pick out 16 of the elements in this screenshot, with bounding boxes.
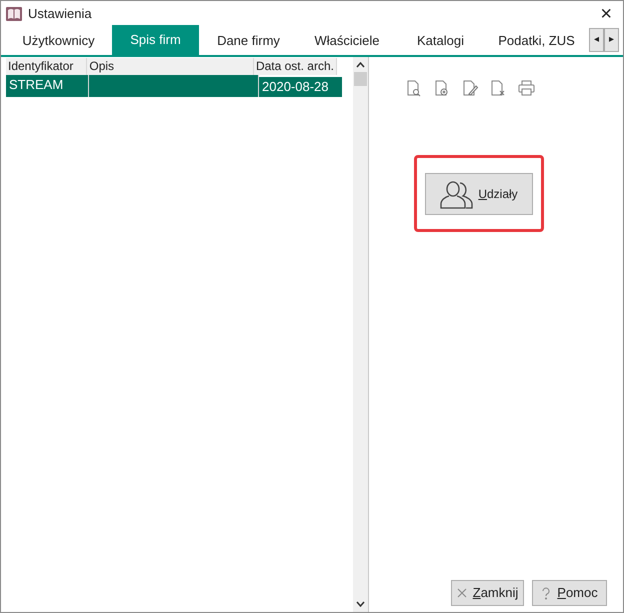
tab[interactable]: Użytkownicy — [5, 27, 112, 55]
close-button[interactable]: Zamknij — [451, 580, 524, 606]
close-button[interactable]: × — [596, 4, 616, 24]
help-button[interactable]: Pomoc — [532, 580, 607, 606]
table-cell: STREAM — [9, 77, 64, 92]
shares-button[interactable]: Udziały — [425, 172, 533, 214]
tab[interactable]: Katalogi — [396, 27, 485, 55]
scroll-left-button[interactable]: ◂ — [589, 28, 604, 52]
tab[interactable]: Podatki, ZUS — [485, 27, 588, 55]
table-cell: 2020-08-28 — [262, 79, 328, 94]
tab[interactable]: Właściciele — [298, 27, 396, 55]
tab[interactable]: Dane firmy — [199, 27, 298, 55]
window-title: Ustawienia — [28, 5, 92, 24]
table-row[interactable]: STREAM 2020-08-28 — [6, 75, 343, 97]
tab[interactable]: Spis firm — [112, 25, 199, 55]
scroll-right-button[interactable]: ▸ — [604, 28, 619, 52]
